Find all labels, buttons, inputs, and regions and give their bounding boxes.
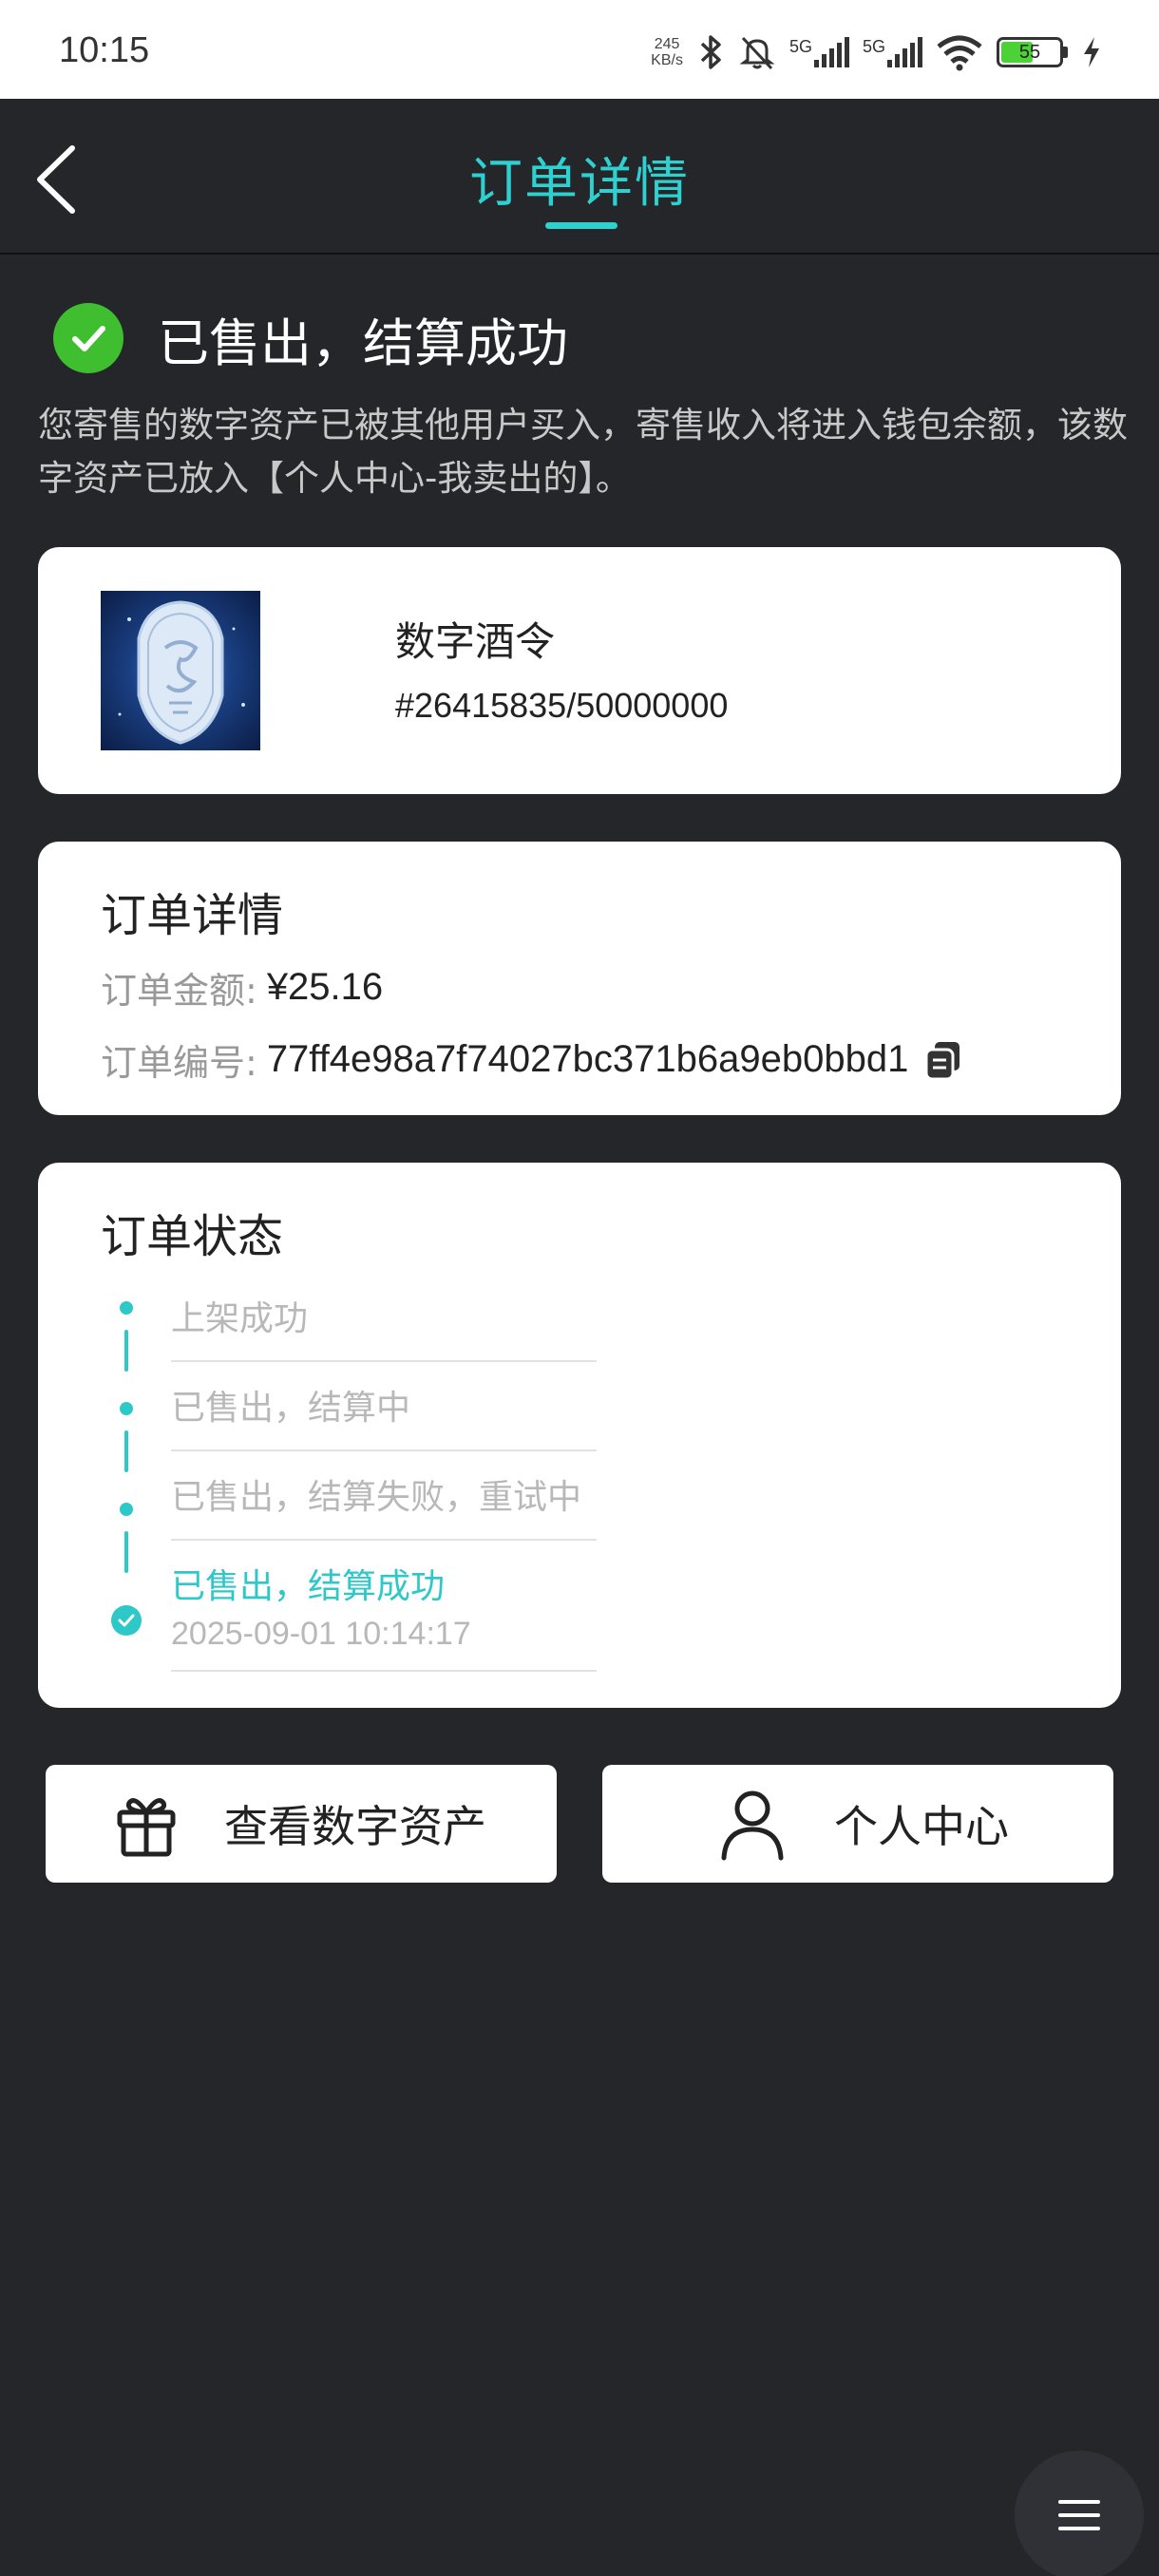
timeline-connector [124,1330,128,1372]
success-check-icon [53,303,124,373]
result-title: 已售出，结算成功 [158,313,568,373]
view-assets-label: 查看数字资产 [224,1801,486,1852]
order-amount-label: 订单金额: [101,970,257,1012]
signal-icon-2: 5G [863,37,922,67]
timeline-step-2: 已售出，结算中 [171,1385,597,1451]
timeline-step-3: 已售出，结算失败，重试中 [171,1474,597,1541]
timeline-step-1: 上架成功 [171,1296,597,1362]
bluetooth-icon [700,35,721,69]
user-icon [721,1790,784,1861]
order-number-row: 订单编号: 77ff4e98a7f74027bc371b6a9eb0bbd1 [101,1033,965,1086]
timeline-dot [120,1503,133,1516]
gift-icon [117,1798,176,1857]
order-number-label: 订单编号: [101,1042,257,1084]
timeline-connector [124,1531,128,1573]
timeline-dot [120,1301,133,1315]
charging-icon [1084,37,1099,67]
order-details-card: 订单详情 订单金额: ¥25.16 订单编号: 77ff4e98a7f74027… [38,842,1121,1115]
asset-card[interactable]: 数字酒令 #26415835/50000000 [38,547,1121,794]
timeline-dot [120,1402,133,1415]
status-time: 10:15 [59,30,150,70]
timeline-step-4: 已售出，结算成功 2025-09-01 10:14:17 [171,1563,597,1672]
order-status-heading: 订单状态 [101,1210,284,1263]
timeline-connector [124,1430,128,1472]
floating-menu-button[interactable] [1015,2451,1144,2576]
order-details-heading: 订单详情 [101,889,284,942]
signal-icon: 5G [789,37,849,67]
status-bar: 10:15 245 KB/s 5G 5G 55 [0,0,1159,99]
result-banner: 已售出，结算成功 [53,300,568,376]
hamburger-menu-icon [1058,2500,1100,2530]
header: 订单详情 [0,99,1159,255]
asset-serial: #26415835/50000000 [395,686,729,725]
status-icons: 245 KB/s 5G 5G 55 [651,28,1102,76]
asset-name: 数字酒令 [395,618,556,665]
mute-bell-icon [739,36,775,70]
result-description: 您寄售的数字资产已被其他用户买入，寄售收入将进入钱包余额，该数字资产已放入【个人… [38,405,1128,499]
timeline-timestamp: 2025-09-01 10:14:17 [171,1616,471,1652]
profile-label: 个人中心 [834,1801,1009,1852]
completed-check-icon [111,1605,142,1636]
page-title: 订单详情 [469,153,690,215]
wifi-icon [937,35,982,71]
order-amount-value: ¥25.16 [266,966,384,1008]
asset-thumbnail [101,591,260,750]
order-amount-row: 订单金额: ¥25.16 [101,961,383,1013]
view-assets-button[interactable]: 查看数字资产 [46,1765,557,1883]
profile-button[interactable]: 个人中心 [602,1765,1113,1883]
order-status-card: 订单状态 上架成功 已售出，结算中 已售出，结算失败，重试中 已售出，结算成功 … [38,1163,1121,1708]
network-speed: 245 KB/s [651,36,683,68]
order-number-value: 77ff4e98a7f74027bc371b6a9eb0bbd1 [266,1038,909,1080]
battery-icon: 55 [997,37,1068,67]
title-underline [545,222,618,229]
copy-icon[interactable] [922,1038,965,1082]
